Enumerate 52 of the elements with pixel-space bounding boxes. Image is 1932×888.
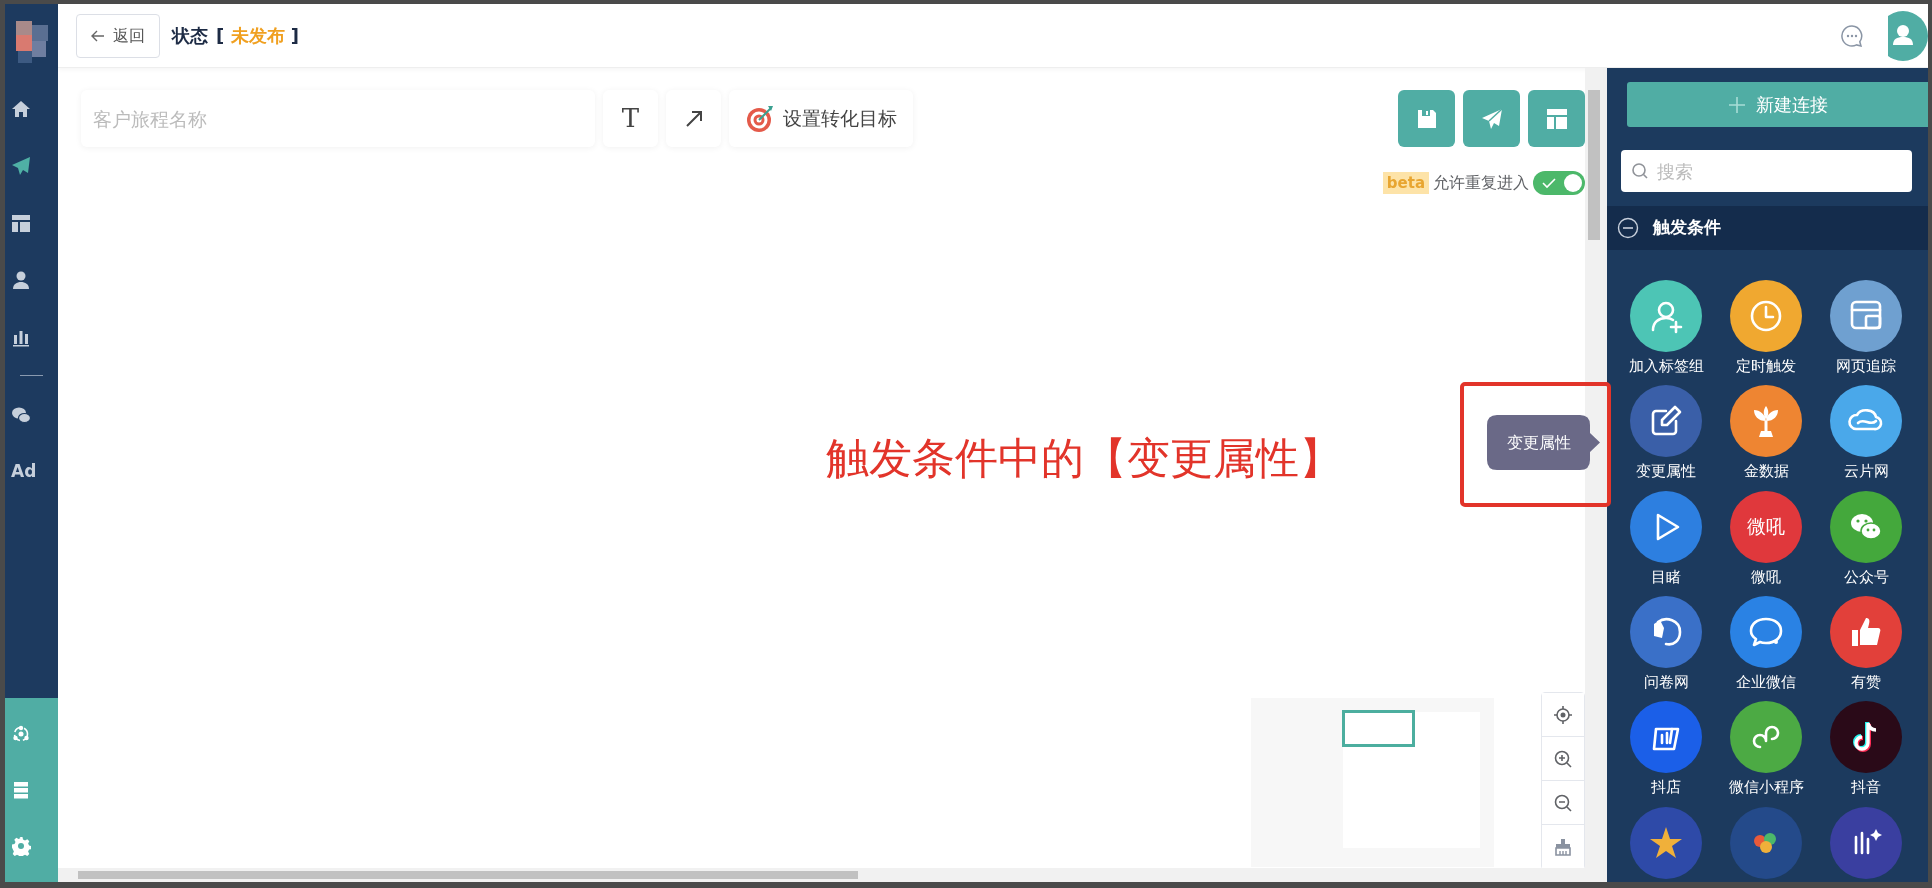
trigger-tile[interactable]: 定时触发 [1716, 280, 1816, 380]
trigger-tile[interactable]: 网页追踪 [1816, 280, 1916, 380]
back-arrow-icon [91, 29, 105, 42]
repeat-entry-label: 允许重复进入 [1433, 172, 1529, 194]
repeat-entry-toggle[interactable] [1533, 171, 1585, 195]
trigger-tile[interactable]: 抖音 [1816, 701, 1916, 801]
back-button[interactable]: 返回 [76, 13, 160, 58]
status-title: 状态 [172, 24, 208, 48]
minimap-viewport[interactable] [1342, 710, 1415, 747]
trigger-tile[interactable]: 变更属性 [1616, 385, 1716, 485]
trigger-tile[interactable]: 目睹 [1616, 490, 1716, 590]
layout-icon [1545, 107, 1568, 130]
trigger-tile[interactable]: 微吼 微吼 [1716, 490, 1816, 590]
trigger-tile[interactable]: 金数据 [1716, 385, 1816, 485]
section-title: 触发条件 [1653, 216, 1721, 240]
avatar[interactable] [1888, 10, 1928, 61]
journey-name-field[interactable]: 客户旅程名称 [81, 90, 595, 147]
scrollbar-thumb[interactable] [1588, 90, 1600, 240]
crosshair-icon [1553, 704, 1573, 725]
publish-button[interactable] [1463, 90, 1520, 147]
trigger-tile[interactable]: 问卷网 [1616, 596, 1716, 696]
status-text: [ 未发布 ] [216, 24, 299, 48]
annotation-text: 触发条件中的【变更属性】 [826, 432, 1342, 485]
trigger-tile[interactable]: 加入标签组 [1616, 280, 1716, 380]
plus-icon [1727, 95, 1746, 114]
arrow-tool-button[interactable] [666, 90, 721, 147]
trigger-tile[interactable]: 企业微信 [1716, 596, 1816, 696]
zoom-out-icon [1553, 792, 1573, 813]
text-tool-button[interactable]: T [603, 90, 658, 147]
brush-icon [1553, 837, 1573, 857]
tooltip: 变更属性 [1487, 415, 1600, 470]
beta-badge: beta [1382, 171, 1429, 195]
trigger-tile[interactable]: 云片网 [1816, 385, 1916, 485]
tile-logo-text: 微吼 [1747, 514, 1785, 540]
goal-button[interactable]: 设置转化目标 [729, 90, 913, 147]
nav-item[interactable]: Ad [5, 443, 43, 500]
trigger-tile[interactable]: 抖店 [1616, 701, 1716, 801]
save-button[interactable] [1398, 90, 1455, 147]
search-field[interactable]: 搜索 [1621, 150, 1912, 192]
target-icon [745, 103, 775, 134]
scrollbar-thumb[interactable] [78, 871, 858, 879]
zoom-in-icon [1553, 748, 1573, 769]
trigger-tile[interactable]: 有赞 [1816, 596, 1916, 696]
trigger-tile[interactable]: 公众号 [1816, 490, 1916, 590]
toggle-knob [1564, 174, 1582, 192]
layout-button[interactable] [1528, 90, 1585, 147]
horizontal-scrollbar[interactable] [58, 868, 1603, 882]
chat-icon[interactable] [1840, 23, 1864, 48]
collapse-icon[interactable] [1617, 217, 1639, 239]
locate-button[interactable] [1542, 693, 1584, 737]
trigger-tile[interactable]: 微信小程序 [1716, 701, 1816, 801]
check-icon [1542, 177, 1556, 189]
